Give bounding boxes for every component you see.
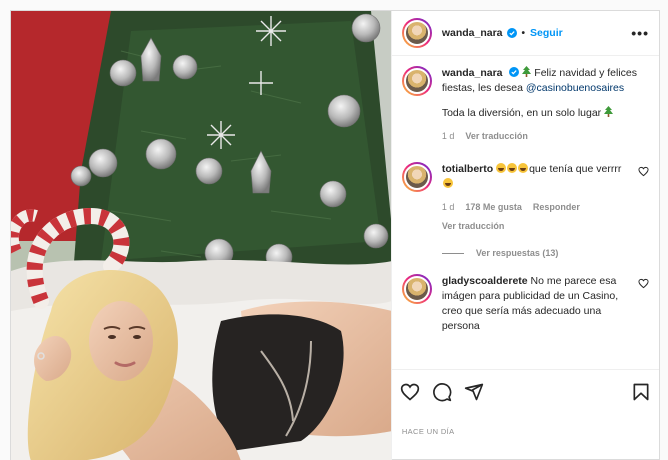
replies-line (441, 252, 464, 254)
post-date[interactable]: HACE UN DÍA (392, 427, 659, 453)
comment-username[interactable]: gladyscoalderete (442, 275, 528, 287)
view-replies-button[interactable]: Ver respuestas (13) (441, 248, 649, 258)
comment-meta: 1 d 178 Me gusta Responder (442, 200, 633, 215)
author-avatar[interactable] (401, 18, 432, 48)
photo-illustration (11, 11, 391, 460)
christmas-tree-icon (604, 106, 614, 117)
comments-list[interactable]: wanda_nara Feliz navidad y felices fiest… (392, 56, 659, 369)
caption: wanda_nara Feliz navidad y felices fiest… (401, 66, 649, 144)
comment-item: totialberto que tenía que verrrr 1 d 178… (401, 162, 649, 234)
caption-time[interactable]: 1 d (442, 129, 455, 144)
comment-likes[interactable]: 178 Me gusta (465, 200, 522, 215)
reply-button[interactable]: Responder (533, 200, 580, 215)
view-replies-label: Ver respuestas (13) (475, 248, 559, 258)
comment-username[interactable]: totialberto (442, 163, 493, 175)
heart-icon[interactable] (638, 278, 649, 289)
comment-translate-button[interactable]: Ver traducción (442, 219, 505, 234)
author-username[interactable]: wanda_nara (442, 27, 503, 39)
heart-icon[interactable] (398, 380, 422, 404)
bookmark-icon[interactable] (629, 380, 653, 404)
follow-button[interactable]: Seguir (530, 27, 563, 39)
comment-avatar[interactable] (401, 274, 432, 304)
comment-item: gladyscoalderete No me parece esa imágen… (401, 274, 649, 334)
caption-translate-button[interactable]: Ver traducción (465, 129, 528, 144)
comment-time[interactable]: 1 d (442, 200, 455, 215)
heart-icon[interactable] (638, 166, 649, 177)
christmas-tree-icon (522, 66, 532, 77)
post-details: wanda_nara • Seguir ••• wanda_nara Feliz… (390, 11, 659, 460)
post-image[interactable] (11, 11, 391, 460)
post-header: wanda_nara • Seguir ••• (391, 11, 659, 56)
post-modal: wanda_nara • Seguir ••• wanda_nara Feliz… (10, 10, 660, 460)
grinning-face-icon (496, 163, 529, 175)
comment-avatar[interactable] (401, 162, 432, 192)
comment-translate-row: Ver traducción (442, 219, 633, 234)
caption-mention-link[interactable]: @casinobuenosaires (526, 82, 624, 94)
grinning-face-icon (442, 178, 454, 190)
send-icon[interactable] (462, 380, 486, 404)
header-separator: • (521, 27, 526, 39)
caption-text-2: Toda la diversión, en un solo lugar (441, 107, 602, 119)
verified-badge-icon (509, 67, 520, 77)
likes-area: HACE UN DÍA (392, 413, 659, 460)
page: wanda_nara • Seguir ••• wanda_nara Feliz… (0, 0, 668, 460)
verified-badge-icon (506, 28, 517, 38)
caption-meta: 1 d Ver traducción (442, 129, 649, 144)
comment-icon[interactable] (430, 380, 454, 404)
comment-text: que tenía que verrrr (529, 163, 622, 175)
ellipsis-icon[interactable]: ••• (631, 25, 649, 41)
post-actions (391, 369, 659, 413)
caption-avatar[interactable] (401, 66, 432, 96)
caption-username[interactable]: wanda_nara (442, 67, 503, 79)
